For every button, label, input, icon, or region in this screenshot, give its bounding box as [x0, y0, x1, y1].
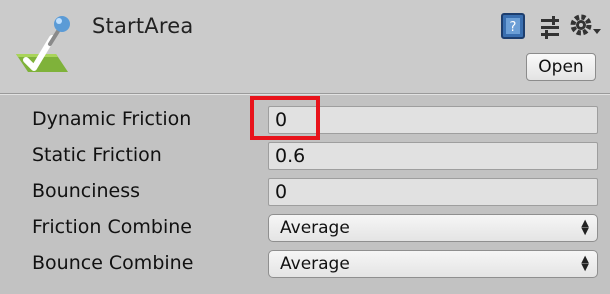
help-icon[interactable]: ? — [500, 12, 526, 40]
header-divider — [0, 94, 610, 95]
friction-combine-dropdown[interactable]: Average ▲ ▼ — [268, 214, 598, 242]
asset-title: StartArea — [92, 14, 194, 38]
static-friction-field[interactable]: 0.6 — [268, 142, 598, 170]
property-row-bounciness: Bounciness 0 — [0, 174, 610, 210]
dropdown-arrows-icon: ▲ ▼ — [581, 254, 589, 273]
highlight-annotation — [250, 96, 320, 140]
property-label: Static Friction — [32, 144, 162, 166]
open-button[interactable]: Open — [526, 53, 596, 81]
property-row-friction-combine: Friction Combine Average ▲ ▼ — [0, 210, 610, 246]
material-asset-icon — [16, 16, 70, 72]
dropdown-arrows-icon: ▲ ▼ — [581, 218, 589, 237]
inspector-header: StartArea ? Open — [0, 0, 610, 94]
bounciness-field[interactable]: 0 — [268, 178, 598, 206]
property-label: Bounciness — [32, 180, 140, 202]
property-row-static-friction: Static Friction 0.6 — [0, 138, 610, 174]
gear-icon[interactable] — [568, 12, 602, 40]
dropdown-value: Average — [280, 218, 350, 238]
property-label: Dynamic Friction — [32, 108, 192, 130]
property-row-bounce-combine: Bounce Combine Average ▲ ▼ — [0, 246, 610, 282]
svg-text:?: ? — [510, 20, 517, 35]
bounce-combine-dropdown[interactable]: Average ▲ ▼ — [268, 250, 598, 278]
presets-icon[interactable] — [538, 12, 562, 40]
dropdown-value: Average — [280, 254, 350, 274]
property-label: Bounce Combine — [32, 252, 194, 274]
property-label: Friction Combine — [32, 216, 192, 238]
